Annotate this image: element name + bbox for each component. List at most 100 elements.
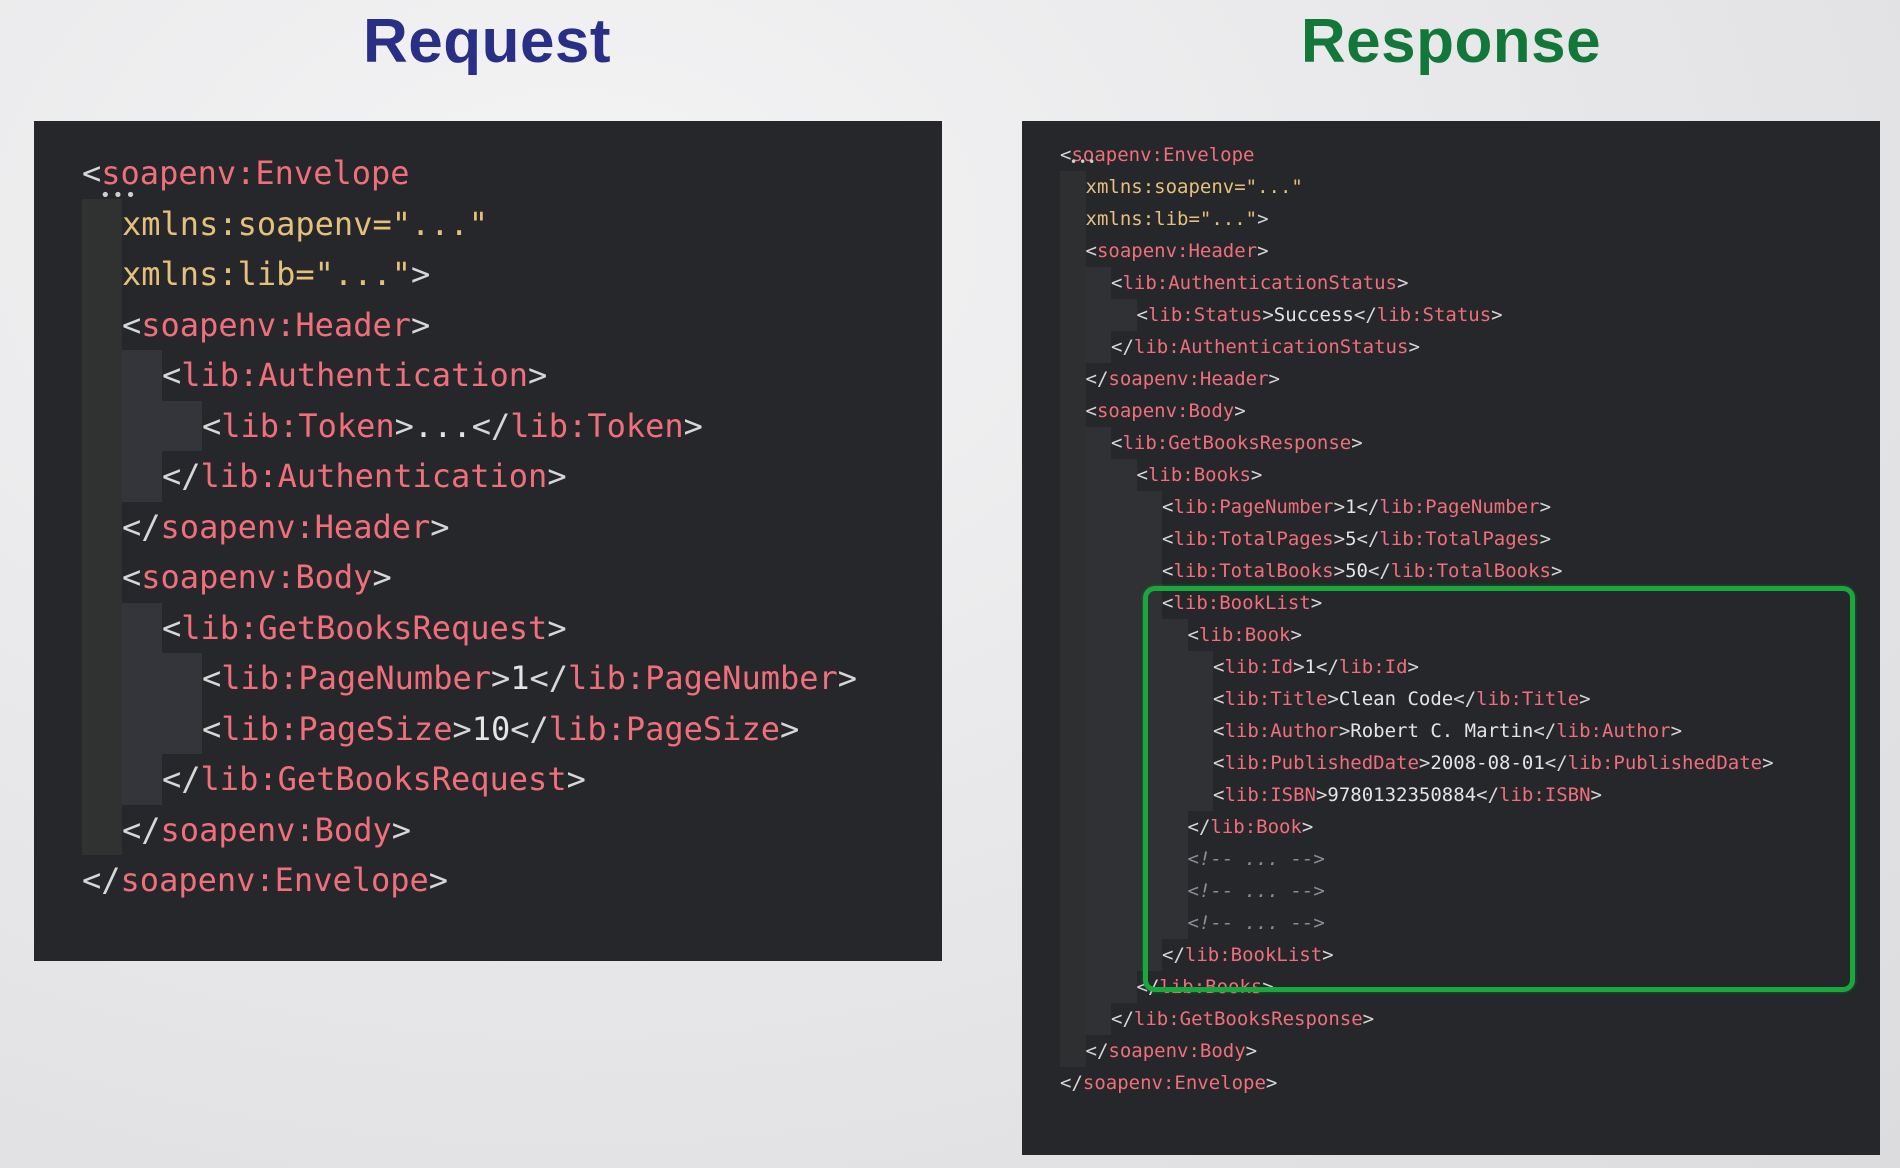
indent-guide <box>1060 843 1086 875</box>
code-text: <lib:Token>...</lib:Token> <box>202 401 703 452</box>
code-line: </lib:AuthenticationStatus> <box>1060 331 1774 363</box>
indent-guide <box>82 249 122 300</box>
xml-punctuation: < <box>1162 560 1174 582</box>
indent-guide <box>162 703 202 754</box>
indent-guide <box>1060 427 1086 459</box>
indent-guide <box>1060 203 1086 235</box>
xml-tag-name: lib:GetBooksResponse <box>1122 432 1352 454</box>
xml-punctuation: > <box>490 659 511 697</box>
xml-tag-name: soapenv:Body <box>160 810 392 849</box>
xml-punctuation: < <box>122 305 142 344</box>
code-line: <lib:GetBooksRequest> <box>82 602 857 654</box>
xml-punctuation: </ <box>510 709 549 748</box>
indent-guide <box>1085 971 1111 1003</box>
xml-punctuation: > <box>1333 528 1346 550</box>
code-text: xmlns:soapenv="..." <box>122 199 488 250</box>
xml-tag-name: lib:TotalPages <box>1379 528 1540 550</box>
indent-guide <box>1085 843 1111 875</box>
indent-guide <box>1136 491 1162 523</box>
code-text: <lib:GetBooksRequest> <box>162 603 567 654</box>
code-line: </lib:GetBooksResponse> <box>1060 1003 1774 1035</box>
xml-punctuation: < <box>82 154 102 192</box>
code-text: <lib:PageSize>10</lib:PageSize> <box>202 704 799 755</box>
xml-punctuation: > <box>410 255 431 293</box>
xml-punctuation: > <box>1408 336 1420 358</box>
xml-tag-name: lib:Token <box>221 406 395 445</box>
indent-guide <box>1085 651 1111 683</box>
xml-tag-name: lib:Authentication <box>181 356 529 394</box>
indent-guide <box>1060 395 1086 427</box>
indent-guide <box>1111 875 1137 907</box>
indent-guide <box>162 400 202 451</box>
xml-punctuation: </ <box>122 507 161 546</box>
code-line: </soapenv:Header> <box>82 501 857 552</box>
code-line: <lib:PageNumber>1</lib:PageNumber> <box>82 653 857 704</box>
indent-guide <box>1085 779 1111 811</box>
code-line: </soapenv:Body> <box>1060 1035 1774 1067</box>
xml-tag-name: soapenv:Envelope <box>101 154 410 192</box>
indent-guide <box>1060 1003 1086 1035</box>
code-text: xmlns:lib="..."> <box>1086 203 1269 235</box>
xml-punctuation: </ <box>82 861 121 899</box>
indent-guide <box>1060 459 1086 491</box>
code-line: </soapenv:Header> <box>1060 363 1774 395</box>
code-line: xmlns:soapenv="..." <box>1060 171 1774 203</box>
code-line: xmlns:lib="..."> <box>1060 203 1774 235</box>
xml-tag-name: lib:GetBooksResponse <box>1133 1008 1363 1030</box>
response-heading: Response <box>1300 7 1602 76</box>
code-line: </soapenv:Envelope> <box>82 855 857 906</box>
xml-punctuation: > <box>1362 1008 1375 1030</box>
indent-guide <box>1111 523 1137 555</box>
indent-guide <box>1085 907 1111 939</box>
indent-guide <box>1085 587 1111 619</box>
xml-punctuation: < <box>1111 272 1123 294</box>
xml-punctuation: < <box>162 608 182 647</box>
code-line: xmlns:lib="..."> <box>82 249 857 300</box>
booklist-highlight-box <box>1143 586 1855 992</box>
indent-guide <box>1085 331 1111 363</box>
indent-guide <box>162 653 202 704</box>
xml-punctuation: < <box>1162 528 1174 550</box>
code-line: </lib:Authentication> <box>82 451 857 502</box>
xml-text-value: 10 <box>471 709 511 748</box>
code-line: <soapenv:Header> <box>82 299 857 350</box>
code-line: <lib:AuthenticationStatus> <box>1060 267 1774 299</box>
indent-guide <box>122 400 162 451</box>
xml-tag-name: soapenv:Envelope <box>120 861 429 899</box>
xml-punctuation: < <box>1136 304 1148 326</box>
indent-guide <box>1060 331 1086 363</box>
xml-attribute: xmlns:soapenv="..." <box>122 204 489 243</box>
indent-guide <box>1060 491 1086 523</box>
indent-guide <box>82 653 122 704</box>
code-text: xmlns:lib="..."> <box>122 249 430 300</box>
code-text: <soapenv:Header> <box>1086 235 1269 267</box>
xml-punctuation: </ <box>1356 528 1380 550</box>
indent-guide <box>1111 555 1137 587</box>
code-text: <soapenv:Body> <box>122 552 392 603</box>
xml-punctuation: </ <box>162 457 201 495</box>
code-text: </soapenv:Envelope> <box>1060 1067 1277 1099</box>
xml-text-value: Success <box>1273 304 1354 326</box>
indent-guide <box>122 451 162 502</box>
xml-punctuation: </ <box>122 810 161 849</box>
xml-attribute: xmlns:lib="..." <box>1085 208 1258 230</box>
indent-guide <box>1060 299 1086 331</box>
xml-tag-name: lib:Authentication <box>200 457 548 495</box>
xml-tag-name: lib:Status <box>1376 304 1492 326</box>
indent-guide <box>1085 875 1111 907</box>
indent-guide <box>1111 459 1137 491</box>
indent-guide <box>1085 747 1111 779</box>
indent-guide <box>1136 555 1162 587</box>
code-text: </soapenv:Header> <box>1086 363 1281 395</box>
xml-tag-name: lib:TotalPages <box>1173 528 1334 550</box>
xml-punctuation: > <box>428 861 449 899</box>
indent-guide <box>1085 1003 1111 1035</box>
xml-tag-name: lib:TotalBooks <box>1173 560 1334 582</box>
code-line: <lib:Token>...</lib:Token> <box>82 400 857 452</box>
xml-punctuation: < <box>202 406 222 445</box>
xml-tag-name: lib:Token <box>510 406 684 445</box>
indent-guide <box>1111 491 1137 523</box>
xml-punctuation: < <box>162 356 182 394</box>
indent-guide <box>82 198 122 249</box>
xml-tag-name: soapenv:Body <box>1108 1040 1246 1062</box>
